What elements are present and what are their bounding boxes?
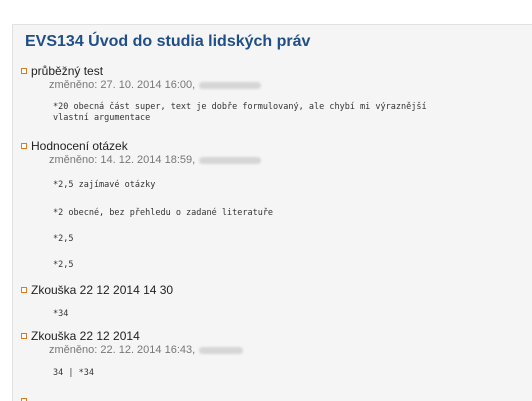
modified-text: změněno: 14. 12. 2014 18:59,: [49, 154, 196, 166]
notebook-entry: průběžný test změněno: 27. 10. 2014 16:0…: [21, 63, 524, 92]
entry-header[interactable]: Hodnocení otázek: [21, 138, 524, 153]
entry-title[interactable]: Hodnocení otázek: [31, 139, 128, 153]
entry-title[interactable]: Zkouška 22 12 2014 14 30: [31, 283, 173, 297]
entry-note: *2 obecné, bez přehledu o zadané literat…: [53, 208, 274, 218]
notebook-entry-partial: [21, 393, 524, 401]
entry-note: *34: [53, 309, 69, 319]
notebook-entry: Hodnocení otázek změněno: 14. 12. 2014 1…: [21, 138, 524, 167]
bullet-icon: [21, 286, 27, 293]
entry-header[interactable]: průběžný test: [21, 63, 524, 78]
redacted-author: [199, 346, 244, 354]
entry-modified: změněno: 27. 10. 2014 16:00,: [49, 78, 524, 92]
bullet-icon: [21, 397, 27, 401]
bullet-icon: [21, 142, 27, 149]
notebook-entry: Zkouška 22 12 2014 změněno: 22. 12. 2014…: [21, 328, 524, 357]
notebook-panel: EVS134 Úvod do studia lidských práv průb…: [12, 24, 532, 401]
entry-header[interactable]: [21, 393, 524, 401]
entry-note: *2,5: [53, 260, 74, 270]
entry-header[interactable]: Zkouška 22 12 2014 14 30: [21, 282, 524, 297]
entry-title[interactable]: průběžný test: [31, 64, 103, 78]
entry-header[interactable]: Zkouška 22 12 2014: [21, 328, 524, 343]
entry-modified: změněno: 14. 12. 2014 18:59,: [49, 153, 524, 167]
modified-text: změněno: 27. 10. 2014 16:00,: [49, 79, 196, 91]
bullet-icon: [21, 332, 27, 339]
bullet-icon: [21, 67, 27, 74]
course-title: EVS134 Úvod do studia lidských práv: [25, 33, 311, 50]
modified-text: změněno: 22. 12. 2014 16:43,: [49, 344, 196, 356]
entry-note: *20 obecná část super, text je dobře for…: [53, 102, 427, 123]
entry-note: *2,5 zajímavé otázky: [53, 180, 156, 190]
notebook-entry: Zkouška 22 12 2014 14 30: [21, 282, 524, 297]
entry-title[interactable]: Zkouška 22 12 2014: [31, 329, 140, 343]
entry-modified: změněno: 22. 12. 2014 16:43,: [49, 343, 524, 357]
redacted-author: [199, 156, 262, 164]
redacted-author: [199, 81, 262, 89]
entry-note: 34 | *34: [53, 368, 94, 378]
entry-note: *2,5: [53, 234, 74, 244]
